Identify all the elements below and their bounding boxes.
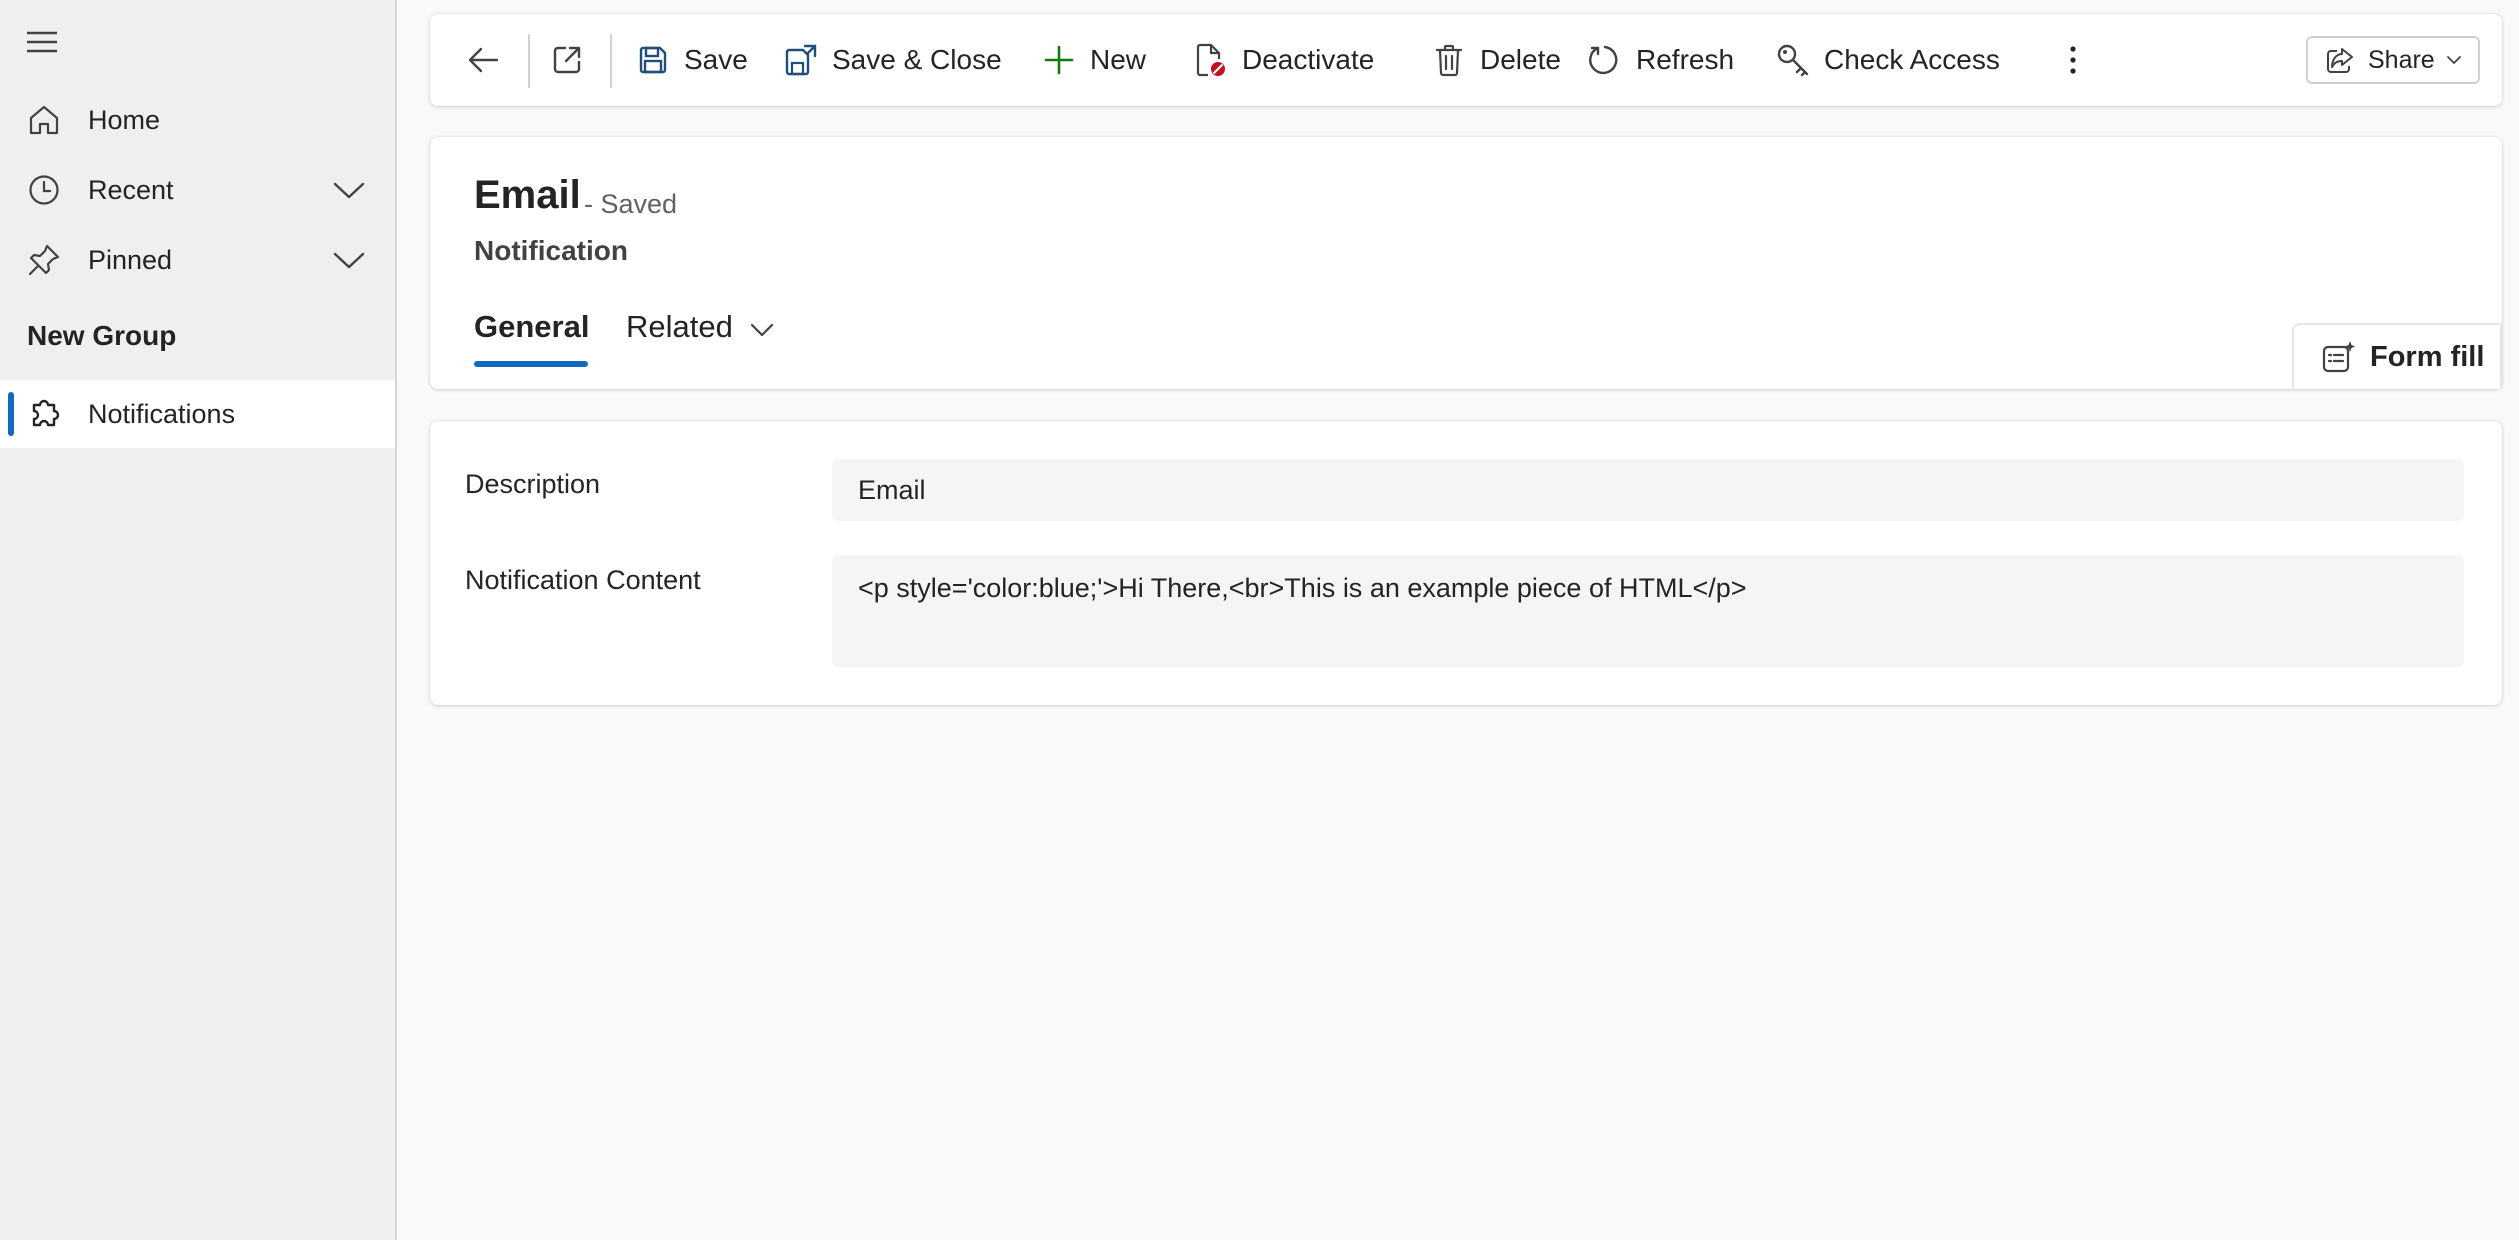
description-field[interactable]: Email	[832, 459, 2464, 521]
sidebar-item-pinned[interactable]: Pinned	[0, 226, 395, 294]
key-icon	[1774, 41, 1812, 79]
arrow-left-icon	[464, 41, 502, 79]
check-access-button[interactable]: Check Access	[1774, 30, 2000, 90]
sidebar-item-label: Recent	[88, 174, 174, 205]
entity-name: Notification	[474, 235, 628, 266]
form-fill-sparkle-icon	[2320, 338, 2358, 376]
deactivate-button[interactable]: Deactivate	[1192, 30, 1374, 90]
refresh-label: Refresh	[1636, 44, 1735, 75]
record-header: Email - Saved Notification General Relat…	[430, 137, 2502, 389]
home-icon	[24, 100, 64, 140]
more-commands-button[interactable]	[2054, 30, 2092, 90]
sidebar-group-title: New Group	[27, 320, 177, 351]
sidebar-item-notifications[interactable]: Notifications	[0, 380, 395, 448]
divider	[610, 34, 612, 88]
delete-label: Delete	[1480, 44, 1561, 75]
general-section: Description Email Notification Content <…	[430, 421, 2502, 705]
form-fill-label: Form fill	[2370, 340, 2485, 373]
delete-button[interactable]: Delete	[1430, 30, 1561, 90]
deactivate-document-icon	[1192, 41, 1230, 79]
sidebar-item-home[interactable]: Home	[0, 86, 395, 154]
record-status: - Saved	[584, 189, 678, 219]
tab-label: Related	[626, 309, 733, 344]
refresh-icon	[1586, 41, 1624, 79]
sidebar-item-label: Pinned	[88, 244, 173, 275]
plus-icon	[1040, 41, 1078, 79]
chevron-down-icon	[2445, 51, 2463, 69]
hamburger-menu-icon[interactable]	[22, 24, 62, 60]
save-and-close-label: Save & Close	[832, 44, 1002, 75]
check-access-label: Check Access	[1824, 44, 2000, 75]
more-vertical-icon	[2054, 41, 2092, 79]
chevron-down-icon[interactable]	[329, 170, 369, 210]
save-label: Save	[684, 44, 748, 75]
refresh-button[interactable]: Refresh	[1586, 30, 1734, 90]
sidebar-item-label: Notifications	[88, 398, 236, 429]
pin-icon	[24, 240, 64, 280]
open-new-window-icon	[548, 41, 586, 79]
save-icon	[634, 41, 672, 79]
divider	[528, 34, 530, 88]
form-fill-button[interactable]: Form fill	[2292, 323, 2502, 389]
deactivate-label: Deactivate	[1242, 44, 1375, 75]
notification-content-field[interactable]: <p style='color:blue;'>Hi There,<br>This…	[832, 555, 2464, 667]
share-icon	[2324, 44, 2356, 76]
record-title: Email	[474, 173, 581, 217]
share-label: Share	[2368, 45, 2435, 74]
save-and-close-icon	[782, 41, 820, 79]
save-and-close-button[interactable]: Save & Close	[782, 30, 1002, 90]
notification-content-label: Notification Content	[465, 565, 701, 595]
sidebar: Home Recent Pinned New Group Notificatio…	[0, 0, 397, 1240]
description-label: Description	[465, 469, 601, 499]
tab-selected-indicator	[474, 361, 588, 367]
chevron-down-icon[interactable]	[329, 240, 369, 280]
sidebar-item-recent[interactable]: Recent	[0, 156, 395, 224]
back-button[interactable]	[464, 30, 502, 90]
new-button[interactable]: New	[1040, 30, 1146, 90]
open-in-new-window-button[interactable]	[548, 30, 586, 90]
save-button[interactable]: Save	[634, 30, 748, 90]
active-indicator	[8, 392, 14, 436]
share-button[interactable]: Share	[2306, 36, 2480, 84]
tab-related[interactable]: Related	[626, 301, 775, 373]
command-bar: Save Save & Close New Deactivate Delete …	[430, 14, 2502, 106]
chevron-down-icon	[749, 317, 775, 343]
trash-icon	[1430, 41, 1468, 79]
clock-icon	[24, 170, 64, 210]
sidebar-item-label: Home	[88, 104, 161, 135]
tab-label: General	[474, 309, 590, 344]
puzzle-icon	[24, 394, 64, 434]
tab-general[interactable]: General	[474, 301, 590, 373]
new-label: New	[1090, 44, 1147, 75]
